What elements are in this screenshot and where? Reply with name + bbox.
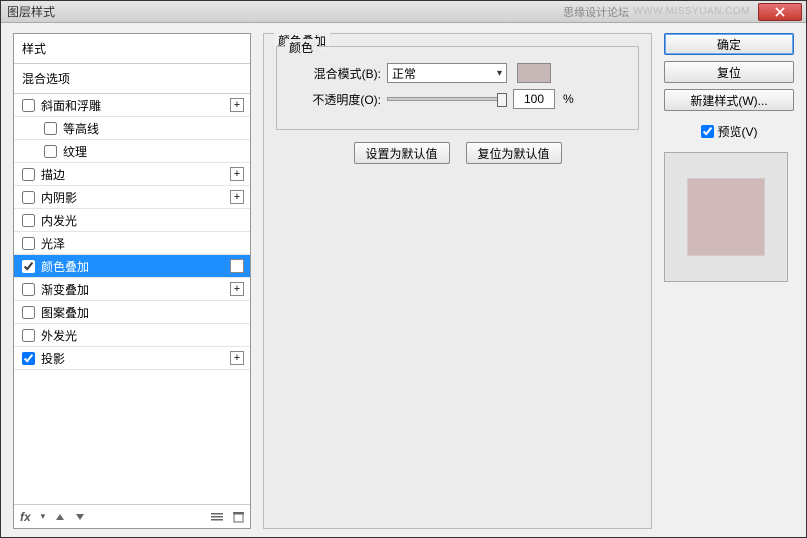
settings-panel: 颜色叠加 颜色 混合模式(B): 正常 ▾ 不透明度(O):	[263, 33, 652, 529]
style-label: 外发光	[41, 327, 244, 344]
brand-text: 思缘设计论坛	[563, 4, 629, 20]
delete-icon[interactable]	[233, 511, 244, 523]
preview-toggle-row: 预览(V)	[664, 123, 794, 140]
add-effect-icon[interactable]: +	[230, 351, 244, 365]
style-row[interactable]: 等高线	[14, 117, 250, 140]
close-button[interactable]	[758, 3, 802, 21]
add-effect-icon[interactable]: +	[230, 98, 244, 112]
style-label: 等高线	[63, 120, 244, 137]
style-checkbox[interactable]	[22, 168, 35, 181]
brand-url: WWW.MISSYUAN.COM	[633, 6, 750, 17]
blend-mode-value: 正常	[392, 65, 416, 82]
style-row[interactable]: 图案叠加	[14, 301, 250, 324]
blend-mode-label: 混合模式(B):	[289, 65, 381, 82]
style-label: 光泽	[41, 235, 244, 252]
slider-thumb[interactable]	[497, 93, 507, 107]
cancel-button[interactable]: 复位	[664, 61, 794, 83]
opacity-input[interactable]	[513, 89, 555, 109]
default-buttons-row: 设置为默认值 复位为默认值	[276, 142, 639, 164]
style-row[interactable]: 纹理	[14, 140, 250, 163]
titlebar: 图层样式 思缘设计论坛 WWW.MISSYUAN.COM	[1, 1, 806, 23]
chevron-down-icon: ▾	[497, 68, 502, 79]
actions-panel: 确定 复位 新建样式(W)... 预览(V)	[664, 33, 794, 529]
style-label: 描边	[41, 166, 230, 183]
styles-list: 斜面和浮雕+等高线纹理描边+内阴影+内发光光泽颜色叠加+渐变叠加+图案叠加外发光…	[14, 94, 250, 504]
style-checkbox[interactable]	[44, 145, 57, 158]
blend-mode-row: 混合模式(B): 正常 ▾	[289, 63, 626, 83]
style-checkbox[interactable]	[44, 122, 57, 135]
blend-mode-select[interactable]: 正常 ▾	[387, 63, 507, 83]
move-up-icon[interactable]	[55, 512, 65, 522]
color-swatch[interactable]	[517, 63, 551, 83]
style-checkbox[interactable]	[22, 214, 35, 227]
style-row[interactable]: 渐变叠加+	[14, 278, 250, 301]
set-default-button[interactable]: 设置为默认值	[354, 142, 450, 164]
dialog-body: 样式 混合选项 斜面和浮雕+等高线纹理描边+内阴影+内发光光泽颜色叠加+渐变叠加…	[1, 23, 806, 537]
style-checkbox[interactable]	[22, 352, 35, 365]
style-label: 图案叠加	[41, 304, 244, 321]
add-effect-icon[interactable]: +	[230, 282, 244, 296]
fx-icon[interactable]: fx	[20, 510, 31, 524]
opacity-label: 不透明度(O):	[289, 91, 381, 108]
add-effect-icon[interactable]: +	[230, 167, 244, 181]
preview-label: 预览(V)	[718, 123, 758, 140]
footer-menu-icon[interactable]	[211, 512, 223, 522]
preview-checkbox[interactable]	[701, 125, 714, 138]
ok-button[interactable]: 确定	[664, 33, 794, 55]
preview-box	[664, 152, 788, 282]
style-row[interactable]: 外发光	[14, 324, 250, 347]
style-label: 内发光	[41, 212, 244, 229]
style-checkbox[interactable]	[22, 260, 35, 273]
color-fieldset: 颜色 混合模式(B): 正常 ▾ 不透明度(O): %	[276, 46, 639, 130]
opacity-slider[interactable]	[387, 90, 507, 108]
blend-options-header[interactable]: 混合选项	[14, 64, 250, 94]
reset-default-button[interactable]: 复位为默认值	[466, 142, 562, 164]
style-row[interactable]: 颜色叠加+	[14, 255, 250, 278]
fx-chevron-icon: ▾	[41, 511, 46, 522]
style-row[interactable]: 内阴影+	[14, 186, 250, 209]
style-row[interactable]: 内发光	[14, 209, 250, 232]
style-checkbox[interactable]	[22, 306, 35, 319]
style-checkbox[interactable]	[22, 99, 35, 112]
layer-style-dialog: 图层样式 思缘设计论坛 WWW.MISSYUAN.COM 样式 混合选项 斜面和…	[0, 0, 807, 538]
style-checkbox[interactable]	[22, 191, 35, 204]
style-checkbox[interactable]	[22, 283, 35, 296]
style-row[interactable]: 光泽	[14, 232, 250, 255]
styles-footer: fx ▾	[14, 504, 250, 528]
style-checkbox[interactable]	[22, 329, 35, 342]
styles-panel: 样式 混合选项 斜面和浮雕+等高线纹理描边+内阴影+内发光光泽颜色叠加+渐变叠加…	[13, 33, 251, 529]
window-title: 图层样式	[7, 3, 55, 20]
style-label: 投影	[41, 350, 230, 367]
style-label: 颜色叠加	[41, 258, 230, 275]
style-row[interactable]: 描边+	[14, 163, 250, 186]
add-effect-icon[interactable]: +	[230, 190, 244, 204]
style-label: 内阴影	[41, 189, 230, 206]
close-icon	[775, 7, 785, 17]
move-down-icon[interactable]	[75, 512, 85, 522]
style-label: 斜面和浮雕	[41, 97, 230, 114]
style-label: 渐变叠加	[41, 281, 230, 298]
color-legend: 颜色	[285, 39, 317, 56]
opacity-unit: %	[563, 92, 574, 106]
style-row[interactable]: 投影+	[14, 347, 250, 370]
new-style-button[interactable]: 新建样式(W)...	[664, 89, 794, 111]
style-checkbox[interactable]	[22, 237, 35, 250]
styles-header: 样式	[14, 34, 250, 64]
add-effect-icon[interactable]: +	[230, 259, 244, 273]
style-row[interactable]: 斜面和浮雕+	[14, 94, 250, 117]
style-label: 纹理	[63, 143, 244, 160]
preview-swatch	[687, 178, 765, 256]
opacity-row: 不透明度(O): %	[289, 89, 626, 109]
